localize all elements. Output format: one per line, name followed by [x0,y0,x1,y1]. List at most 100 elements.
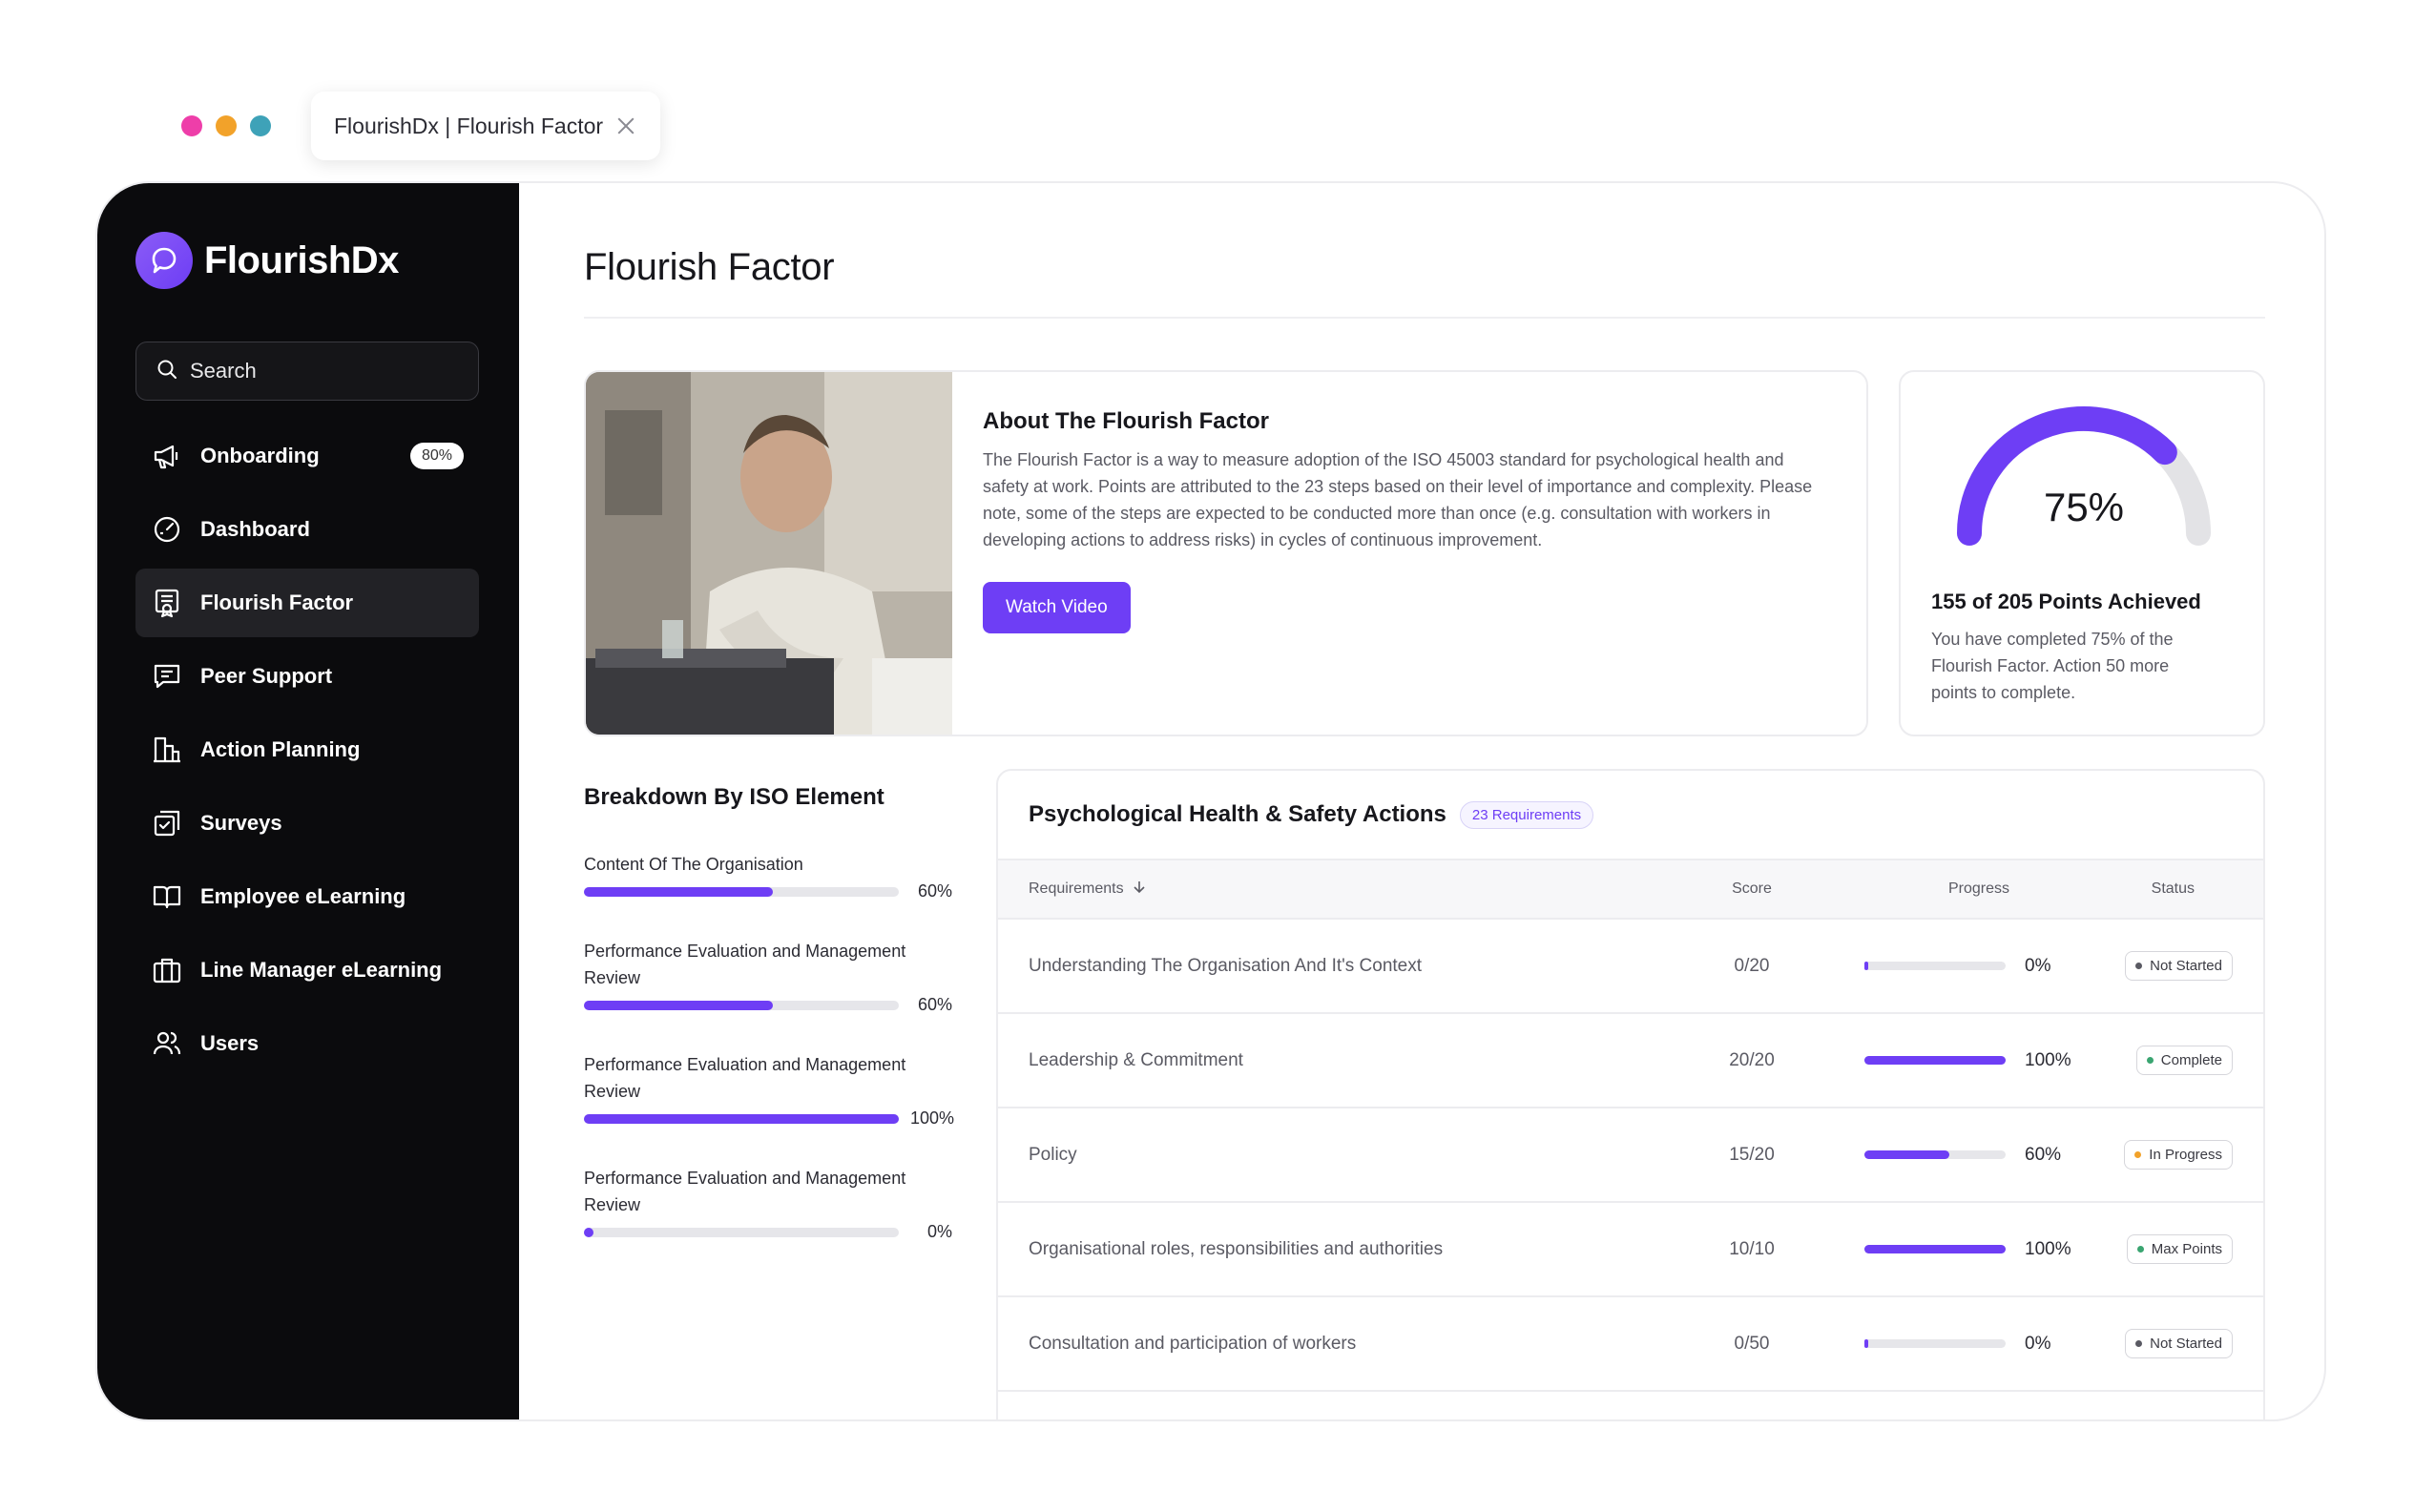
requirement-progress: 100% [1864,1050,2093,1071]
col-requirements[interactable]: Requirements [1029,880,1639,900]
points-title: 155 of 205 Points Achieved [1931,590,2201,613]
progress-fill [1864,1056,2006,1065]
app-window: FlourishDx Onboarding 80% Dashboard [95,181,2326,1421]
progress-track [1864,1150,2006,1159]
close-icon[interactable] [613,113,639,139]
score-gauge [1957,406,2211,546]
arrow-down-icon [1132,880,1147,900]
main-content: Flourish Factor About The Flourish Facto… [519,183,2324,1419]
search-input[interactable] [190,359,438,383]
sidebar-item-label: Surveys [200,811,282,835]
close-window-dot[interactable] [181,115,202,136]
requirement-name: Leadership & Commitment [1029,1049,1243,1070]
table-row[interactable]: Understanding The Organisation And It's … [998,920,2263,1014]
checklist-icon [151,807,183,839]
status-label: Not Started [2150,958,2222,974]
breakdown-bar-row: 60% [584,881,952,901]
requirement-status: Max Points [2093,1234,2233,1264]
requirement-status: Complete [2093,1046,2233,1075]
breakdown-label: Performance Evaluation and Management Re… [584,942,906,987]
breakdown-bar-track [584,1227,899,1237]
sidebar-item-label: Peer Support [200,664,333,688]
sidebar-item-label: Employee eLearning [200,884,406,908]
sidebar-item-employee-elearning[interactable]: Employee eLearning [135,862,479,931]
divider [584,317,2265,319]
sidebar-item-flourish-factor[interactable]: Flourish Factor [135,569,479,637]
table-row[interactable]: Policy 15/20 60% In Progress [998,1108,2263,1203]
col-requirements-label: Requirements [1029,880,1124,897]
sidebar-item-label: Dashboard [200,517,310,541]
requirement-name: Consultation and participation of worker… [1029,1333,1357,1354]
table-row[interactable]: Organisational roles, responsibilities a… [998,1203,2263,1297]
points-description: You have completed 75% of the Flourish F… [1931,630,2174,702]
status-badge: Not Started [2125,951,2233,981]
page-title: Flourish Factor [584,246,835,288]
breakdown-percent: 60% [917,995,952,1014]
sidebar-item-label: Line Manager eLearning [200,958,443,982]
maximize-window-dot[interactable] [250,115,271,136]
sidebar-item-peer-support[interactable]: Peer Support [135,642,479,711]
breakdown-bar-row: 0% [584,1222,952,1242]
progress-percent: 100% [2025,1049,2071,1070]
browser-tab[interactable]: FlourishDx | Flourish Factor [311,92,660,160]
progress-badge: 80% [409,443,464,469]
col-score: Score [1732,880,1772,897]
sidebar-item-label: Flourish Factor [200,590,354,614]
progress-fill [1864,962,1868,970]
status-dot [2134,1151,2142,1158]
sidebar-item-users[interactable]: Users [135,1009,479,1078]
watch-video-button[interactable]: Watch Video [983,582,1131,633]
brand-logo-icon [135,232,193,289]
requirement-name: Organisational roles, responsibilities a… [1029,1238,1444,1259]
progress-track [1864,1245,2006,1253]
sidebar-item-line-manager-elearning[interactable]: Line Manager eLearning [135,936,479,1005]
requirement-status: Not Started [2093,951,2233,981]
about-description: The Flourish Factor is a way to measure … [983,450,1813,549]
tab-title: FlourishDx | Flourish Factor [334,113,604,138]
requirement-name: Policy [1029,1144,1077,1165]
breakdown-title: Breakdown By ISO Element [584,784,884,810]
progress-fill [1864,1150,1949,1159]
col-progress: Progress [1864,880,2093,898]
breakdown-label: Content Of The Organisation [584,855,803,874]
progress-percent: 60% [2025,1144,2062,1165]
sidebar-nav: Onboarding 80% Dashboard Flourish Factor [135,422,479,1083]
requirement-status: Not Started [2093,1329,2233,1358]
requirement-score: 15/20 [1729,1144,1775,1165]
sidebar-item-surveys[interactable]: Surveys [135,789,479,858]
sidebar-item-label: Action Planning [200,737,361,761]
progress-percent: 100% [2025,1238,2071,1259]
progress-fill [1864,1339,1868,1348]
breakdown-percent: 100% [910,1108,955,1128]
search-box[interactable] [135,342,479,401]
window-controls [181,115,271,136]
sidebar-item-dashboard[interactable]: Dashboard [135,495,479,564]
book-icon [151,880,183,913]
col-status-label: Status [2151,880,2195,897]
breakdown-bar-track [584,1113,899,1124]
requirements-badge: 23 Requirements [1459,800,1594,829]
search-icon [156,358,178,385]
status-badge: Not Started [2125,1329,2233,1358]
table-row[interactable]: Consultation and participation of worker… [998,1297,2263,1392]
status-dot [2136,1246,2144,1253]
table-column-headers: Requirements Score Progress Status [998,860,2263,920]
actions-title: Psychological Health & Safety Actions [1029,801,1446,827]
breakdown-item: Performance Evaluation and Management Re… [584,1165,952,1242]
breakdown-bar-fill [584,1227,593,1237]
briefcase-icon [151,954,183,986]
sidebar-item-onboarding[interactable]: Onboarding 80% [135,422,479,490]
gauge-value: 75% [2043,485,2125,529]
brand-logo[interactable]: FlourishDx [135,232,399,289]
status-label: Not Started [2150,1336,2222,1352]
requirement-status: In Progress [2093,1140,2233,1170]
requirement-score: 10/10 [1729,1238,1775,1259]
actions-table-header: Psychological Health & Safety Actions 23… [998,771,2263,860]
breakdown-item: Performance Evaluation and Management Re… [584,1051,955,1129]
minimize-window-dot[interactable] [216,115,237,136]
megaphone-icon [151,440,183,472]
actions-table-card: Psychological Health & Safety Actions 23… [996,769,2265,1419]
table-row[interactable]: Leadership & Commitment 20/20 100% Complete [998,1014,2263,1108]
breakdown-bar-track [584,886,899,897]
sidebar-item-action-planning[interactable]: Action Planning [135,715,479,784]
